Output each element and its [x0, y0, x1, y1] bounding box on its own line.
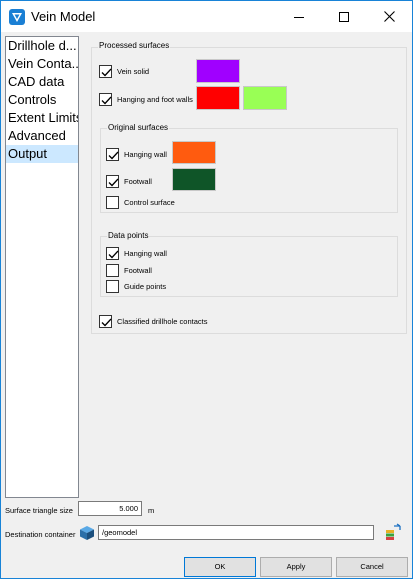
original-hanging-wall-row[interactable]: Hanging wall	[106, 147, 167, 161]
maximize-icon	[339, 11, 349, 22]
nav-item-advanced[interactable]: Advanced	[6, 127, 78, 145]
section-nav-list[interactable]: Drillhole d... Vein Conta... CAD data Co…	[5, 36, 79, 498]
hanging-foot-walls-label: Hanging and foot walls	[117, 94, 193, 104]
hanging-foot-walls-row[interactable]: Hanging and foot walls	[99, 92, 193, 106]
datapoints-footwall-checkbox[interactable]	[106, 263, 119, 277]
original-hanging-wall-color-swatch[interactable]	[172, 141, 216, 164]
app-icon	[9, 9, 25, 25]
vein-solid-color-swatch[interactable]	[196, 59, 240, 83]
close-icon	[383, 11, 395, 22]
surface-triangle-size-input[interactable]: 5.000	[78, 501, 142, 516]
close-button[interactable]	[366, 1, 412, 32]
title-bar[interactable]: Vein Model	[1, 1, 412, 32]
hanging-foot-walls-checkbox[interactable]	[99, 92, 112, 106]
datapoints-footwall-row[interactable]: Footwall	[106, 263, 152, 277]
datapoints-hanging-wall-label: Hanging wall	[124, 248, 167, 258]
vein-solid-checkbox[interactable]	[99, 64, 112, 78]
original-footwall-label: Footwall	[124, 176, 152, 186]
vein-model-dialog: Vein Model Drillhole d... Vein Conta... …	[0, 0, 413, 579]
check-icon	[101, 68, 112, 76]
destination-container-label: Destination container	[5, 530, 76, 539]
guide-points-label: Guide points	[124, 281, 167, 291]
hanging-wall-color-swatch[interactable]	[196, 86, 240, 110]
cancel-button[interactable]: Cancel	[336, 557, 408, 577]
surface-triangle-size-label: Surface triangle size	[5, 506, 73, 515]
datapoints-footwall-label: Footwall	[124, 265, 152, 275]
layers-link-icon	[386, 523, 401, 540]
nav-item-vein-contacts[interactable]: Vein Conta...	[6, 55, 78, 73]
original-footwall-color-swatch[interactable]	[172, 168, 216, 191]
check-icon	[108, 178, 119, 186]
control-surface-row[interactable]: Control surface	[106, 195, 175, 209]
footwall-color-swatch[interactable]	[243, 86, 287, 110]
minimize-button[interactable]	[276, 1, 322, 32]
check-icon	[101, 318, 112, 326]
apply-button[interactable]: Apply	[260, 557, 332, 577]
nav-item-output[interactable]: Output	[6, 145, 78, 163]
guide-points-checkbox[interactable]	[106, 279, 119, 293]
classified-contacts-label: Classified drillhole contacts	[117, 316, 208, 326]
surface-triangle-unit: m	[148, 506, 155, 515]
processed-surfaces-title: Processed surfaces	[98, 41, 171, 50]
vein-solid-label: Vein solid	[117, 66, 150, 76]
vein-solid-row[interactable]: Vein solid	[99, 64, 149, 78]
maximize-button[interactable]	[321, 1, 367, 32]
datapoints-hanging-wall-row[interactable]: Hanging wall	[106, 246, 167, 260]
cube-container-icon	[79, 525, 95, 541]
nav-item-controls[interactable]: Controls	[6, 91, 78, 109]
nav-item-drillhole-data[interactable]: Drillhole d...	[6, 37, 78, 55]
original-hanging-wall-checkbox[interactable]	[106, 147, 119, 161]
datapoints-hanging-wall-checkbox[interactable]	[106, 246, 119, 260]
control-surface-checkbox[interactable]	[106, 195, 119, 209]
classified-contacts-checkbox[interactable]	[99, 314, 112, 328]
guide-points-row[interactable]: Guide points	[106, 279, 166, 293]
original-hanging-wall-label: Hanging wall	[124, 149, 167, 159]
check-icon	[108, 250, 119, 258]
check-icon	[101, 96, 112, 104]
minimize-icon	[294, 16, 304, 18]
control-surface-label: Control surface	[124, 197, 175, 207]
original-footwall-row[interactable]: Footwall	[106, 174, 152, 188]
nav-item-cad-data[interactable]: CAD data	[6, 73, 78, 91]
original-footwall-checkbox[interactable]	[106, 174, 119, 188]
destination-container-input[interactable]: /geomodel	[98, 525, 374, 540]
original-surfaces-title: Original surfaces	[107, 123, 170, 132]
nav-item-extent-limits[interactable]: Extent Limits	[6, 109, 78, 127]
data-points-title: Data points	[107, 231, 150, 240]
window-title: Vein Model	[31, 9, 96, 24]
classified-contacts-row[interactable]: Classified drillhole contacts	[99, 314, 207, 328]
ok-button[interactable]: OK	[184, 557, 256, 577]
check-icon	[108, 151, 119, 159]
browse-container-button[interactable]	[384, 523, 404, 543]
